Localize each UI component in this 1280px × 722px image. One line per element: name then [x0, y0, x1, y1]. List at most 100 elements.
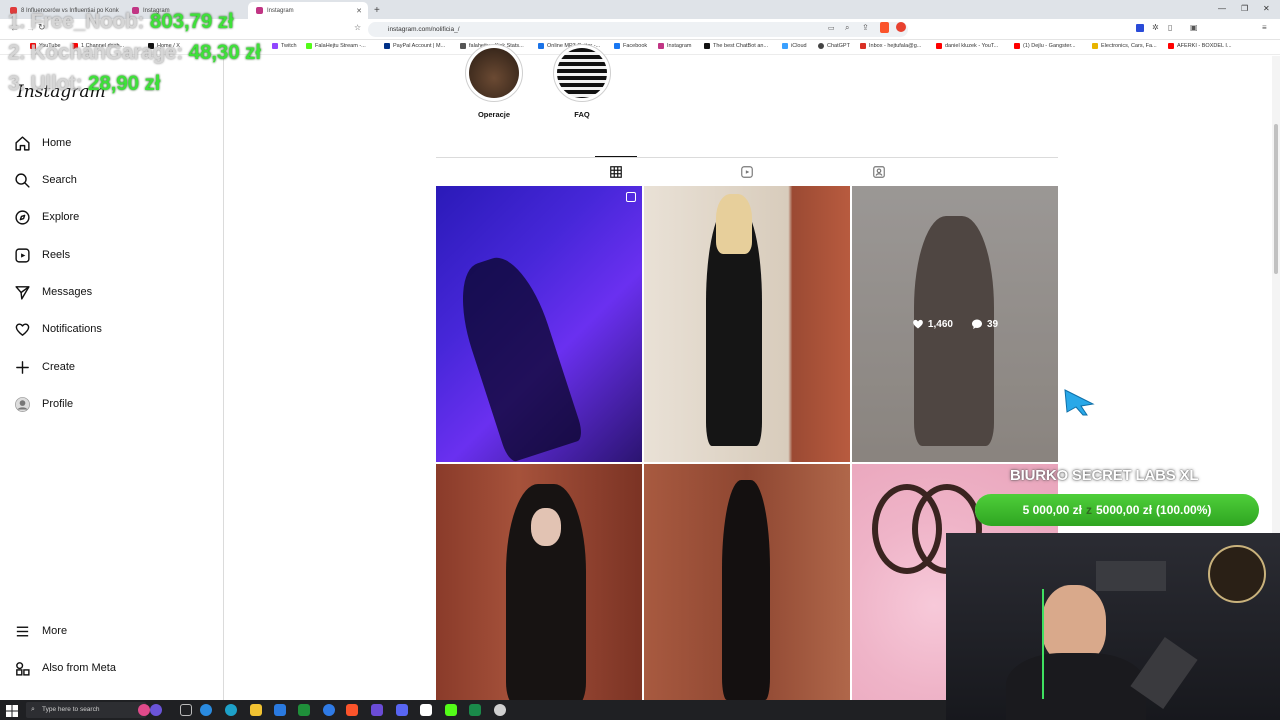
store-icon[interactable]: [274, 704, 286, 716]
icloud-icon: [782, 43, 788, 49]
wallet-icon[interactable]: ▣: [1190, 23, 1198, 32]
sidebar-item-profile[interactable]: Profile: [14, 392, 73, 416]
sidebar-item-also-from-meta[interactable]: Also from Meta: [14, 656, 116, 680]
goal-title: BIURKO SECRET LABS XL: [1010, 467, 1199, 484]
minimize-icon[interactable]: —: [1218, 4, 1226, 13]
bookmark-item[interactable]: Electronics, Cars, Fa...: [1092, 43, 1157, 49]
sidebar-item-create[interactable]: Create: [14, 355, 75, 379]
bookmark-star-icon[interactable]: ☆: [354, 23, 361, 32]
streamer-webcam: [946, 533, 1280, 720]
bookmark-item[interactable]: daniel kluzek - YouT...: [936, 43, 998, 49]
close-window-icon[interactable]: ✕: [1263, 4, 1270, 13]
sidebar-item-explore[interactable]: Explore: [14, 205, 79, 229]
sidebar-toggle-icon[interactable]: ▯: [1168, 23, 1172, 32]
chrome-icon[interactable]: [323, 704, 335, 716]
comments-count: 39: [971, 318, 998, 330]
restore-icon[interactable]: ❐: [1241, 4, 1248, 13]
highlight-thumbnail[interactable]: [553, 44, 611, 102]
kick-icon: [306, 43, 312, 49]
instagram-tab-icon: [256, 7, 263, 14]
sidebar-item-more[interactable]: More: [14, 619, 67, 643]
edge-browser-icon[interactable]: [200, 704, 212, 716]
app-icon[interactable]: [420, 704, 432, 716]
streamer-body: [1006, 653, 1146, 720]
instagram-icon: [658, 43, 664, 49]
bookmark-item[interactable]: iCloud: [782, 43, 807, 49]
zoom-icon[interactable]: ⌕: [845, 23, 849, 33]
bookmark-item[interactable]: Inbox - hejtufala@g...: [860, 43, 921, 49]
new-tab-button[interactable]: +: [372, 2, 386, 19]
reels-icon: [15, 247, 30, 263]
donor-line: 3. Ullot: 28,90 zł: [8, 72, 161, 95]
extension-icon[interactable]: [1136, 24, 1144, 32]
edge-dev-icon[interactable]: [225, 704, 237, 716]
plus-icon: [16, 360, 29, 374]
post-figure-hair: [716, 194, 752, 254]
kick-app-icon[interactable]: [445, 704, 457, 716]
youtube-icon: [1014, 43, 1020, 49]
url-field[interactable]: instagram.com/nolificia_/: [368, 22, 908, 37]
donor-line: 1. Free_Noob: 803,79 zł: [8, 10, 234, 33]
bookmark-item[interactable]: (1) Dejlu - Gangster...: [1014, 43, 1076, 49]
instagram-sidebar: Instagram Home Search Explore Reels Mess…: [0, 56, 224, 700]
rgb-light-strip: [1042, 589, 1044, 699]
post-figure: [447, 248, 585, 462]
post-thumbnail[interactable]: [644, 186, 850, 462]
highlight-label: Operacje: [477, 110, 511, 119]
excel-icon[interactable]: [469, 704, 481, 716]
bookmark-item[interactable]: AFERKI - BOXDEL I...: [1168, 43, 1232, 49]
sidebar-item-notifications[interactable]: Notifications: [14, 317, 102, 341]
stats-icon: [460, 43, 466, 49]
donor-line: 2. KochanGarage: 48,30 zł: [8, 41, 261, 64]
app-icon[interactable]: [150, 704, 162, 716]
brave-shield-icon[interactable]: [880, 22, 889, 33]
discord-icon[interactable]: [396, 704, 408, 716]
sidebar-item-messages[interactable]: Messages: [14, 280, 92, 304]
scrollbar-thumb[interactable]: [1274, 124, 1278, 274]
youtube-icon: [1168, 43, 1174, 49]
post-hover-stats: 1,460 39: [852, 186, 1058, 462]
sidebar-item-search[interactable]: Search: [14, 168, 77, 192]
brave-rewards-icon[interactable]: [896, 22, 906, 32]
audio-cutter-icon: [538, 43, 544, 49]
home-icon: [15, 135, 30, 151]
file-explorer-icon[interactable]: [250, 704, 262, 716]
post-thumbnail[interactable]: [436, 186, 642, 462]
bookmark-item[interactable]: FalaHejtu Stream -...: [306, 43, 366, 49]
close-tab-icon[interactable]: ✕: [356, 7, 362, 15]
bookmark-item[interactable]: PayPal Account | M...: [384, 43, 445, 49]
bookmark-item[interactable]: ChatGPT: [818, 43, 850, 49]
obs-app-icon[interactable]: [371, 704, 383, 716]
taskbar-search-input[interactable]: ⌕ Type here to search: [26, 702, 146, 718]
screen-cast-icon[interactable]: ▭: [828, 24, 835, 32]
browser-tab-3[interactable]: Instagram ✕: [248, 2, 368, 19]
app-icon[interactable]: [494, 704, 506, 716]
post-thumbnail[interactable]: [644, 464, 850, 700]
post-thumbnail[interactable]: [436, 464, 642, 700]
windows-start-icon[interactable]: [6, 704, 18, 717]
chatbot-icon: [704, 43, 710, 49]
sidebar-item-home[interactable]: Home: [14, 131, 71, 155]
task-view-icon[interactable]: [180, 704, 192, 716]
meta-apps-icon: [16, 661, 30, 676]
xbox-icon[interactable]: [298, 704, 310, 716]
menu-icon[interactable]: ≡: [1262, 23, 1267, 32]
sidebar-item-reels[interactable]: Reels: [14, 243, 70, 267]
bookmark-item[interactable]: Twitch: [272, 43, 297, 49]
hamburger-menu-icon: [16, 626, 29, 636]
reels-icon[interactable]: [740, 165, 754, 179]
post-thumbnail[interactable]: 1,460 39: [852, 186, 1058, 462]
bookmark-item[interactable]: Instagram: [658, 43, 691, 49]
puzzle-icon[interactable]: ✲: [1152, 23, 1159, 32]
bookmark-item[interactable]: The best ChatBot an...: [704, 43, 768, 49]
profile-tabs: [436, 157, 1058, 185]
paint-app-icon[interactable]: [138, 704, 150, 716]
youtube-icon: [936, 43, 942, 49]
brave-browser-icon[interactable]: [346, 704, 358, 716]
twitch-icon: [272, 43, 278, 49]
tagged-icon[interactable]: [872, 165, 886, 179]
highlight-thumbnail[interactable]: [465, 44, 523, 102]
grid-icon[interactable]: [609, 165, 623, 179]
bookmark-item[interactable]: Facebook: [614, 43, 647, 49]
share-icon[interactable]: ⇪: [862, 23, 869, 32]
